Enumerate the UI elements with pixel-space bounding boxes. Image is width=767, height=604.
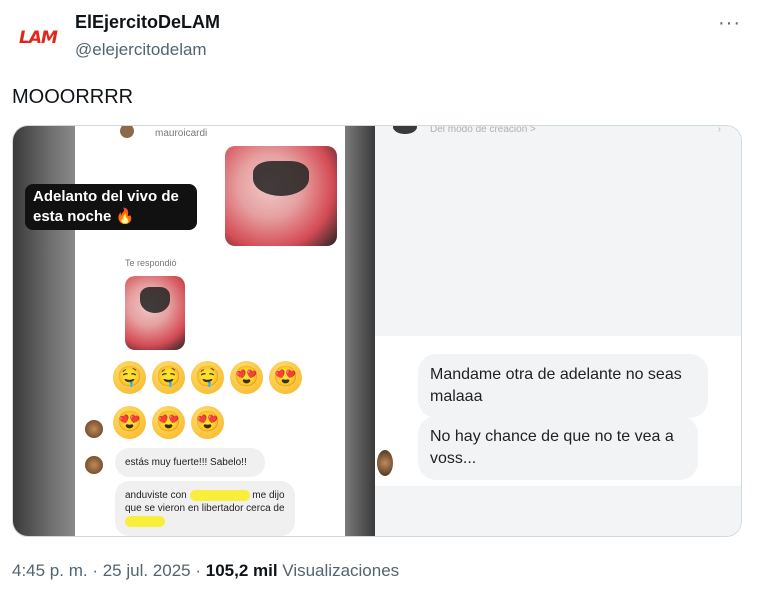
- lam-logo: LAM: [19, 28, 58, 48]
- dm-message: No hay chance de que no te vea a voss...: [418, 416, 698, 480]
- chevron-right-icon: ›: [717, 125, 721, 135]
- emoji: 🤤: [113, 361, 146, 394]
- views-label: Visualizaciones: [282, 561, 400, 580]
- censored-highlight: xxxxxxxxxxxx: [189, 490, 250, 501]
- tweet-date[interactable]: 25 jul. 2025: [103, 561, 191, 580]
- emoji: 🤤: [152, 361, 185, 394]
- tweet-text: MOOORRRR: [12, 86, 134, 108]
- tweet-meta: 4:45 p. m. · 25 jul. 2025 · 105,2 mil Vi…: [12, 561, 400, 580]
- emoji: 😍: [191, 406, 224, 439]
- dm-username: mauroicardi: [155, 128, 208, 139]
- replied-label: Te respondió: [125, 258, 177, 268]
- sender-avatar: [377, 450, 393, 476]
- media-right-screenshot[interactable]: Del modo de creación > › Mandame otra de…: [375, 125, 741, 536]
- emoji: 😍: [113, 406, 146, 439]
- tweet-time[interactable]: 4:45 p. m.: [12, 561, 88, 580]
- dm-message: Mandame otra de adelante no seas malaaa: [418, 354, 708, 418]
- media-left-screenshot[interactable]: mauroicardi ▽ Te respondió 🤤 🤤 🤤 😍 😍 😍 😍…: [13, 126, 375, 536]
- censored-highlight: xxxxxxxx: [125, 516, 165, 527]
- sender-avatar: [120, 126, 134, 138]
- creator-mode-label: Del modo de creación >: [430, 125, 536, 135]
- views-count[interactable]: 105,2 mil: [206, 561, 278, 580]
- input-area: [375, 486, 741, 536]
- dm-message: estás muy fuerte!!! Sabelo!!: [115, 448, 265, 477]
- sender-avatar: [85, 456, 103, 474]
- story-photo: [225, 146, 337, 246]
- story-area: [375, 126, 741, 336]
- dm-message: anduviste con xxxxxxxxxxxx me dijo que s…: [115, 481, 295, 536]
- reply-photo: [125, 276, 185, 350]
- display-name[interactable]: ElEjercitoDeLAM: [75, 12, 220, 33]
- emoji: 😍: [230, 361, 263, 394]
- more-options-icon[interactable]: ···: [718, 12, 741, 35]
- emoji-row: 🤤 🤤 🤤 😍 😍: [113, 361, 302, 394]
- emoji: 😍: [152, 406, 185, 439]
- sender-avatar: [85, 420, 103, 438]
- promo-caption: Adelanto del vivo de esta noche 🔥: [25, 184, 197, 230]
- dm-message-part: anduviste con: [125, 490, 187, 501]
- emoji: 🤤: [191, 361, 224, 394]
- tweet-media[interactable]: mauroicardi ▽ Te respondió 🤤 🤤 🤤 😍 😍 😍 😍…: [12, 125, 742, 537]
- blurred-edge-right: [345, 126, 375, 536]
- profile-avatar[interactable]: LAM: [12, 12, 64, 64]
- emoji: 😍: [269, 361, 302, 394]
- emoji-row: 😍 😍 😍: [113, 406, 224, 439]
- user-handle[interactable]: @elejercitodelam: [75, 40, 207, 60]
